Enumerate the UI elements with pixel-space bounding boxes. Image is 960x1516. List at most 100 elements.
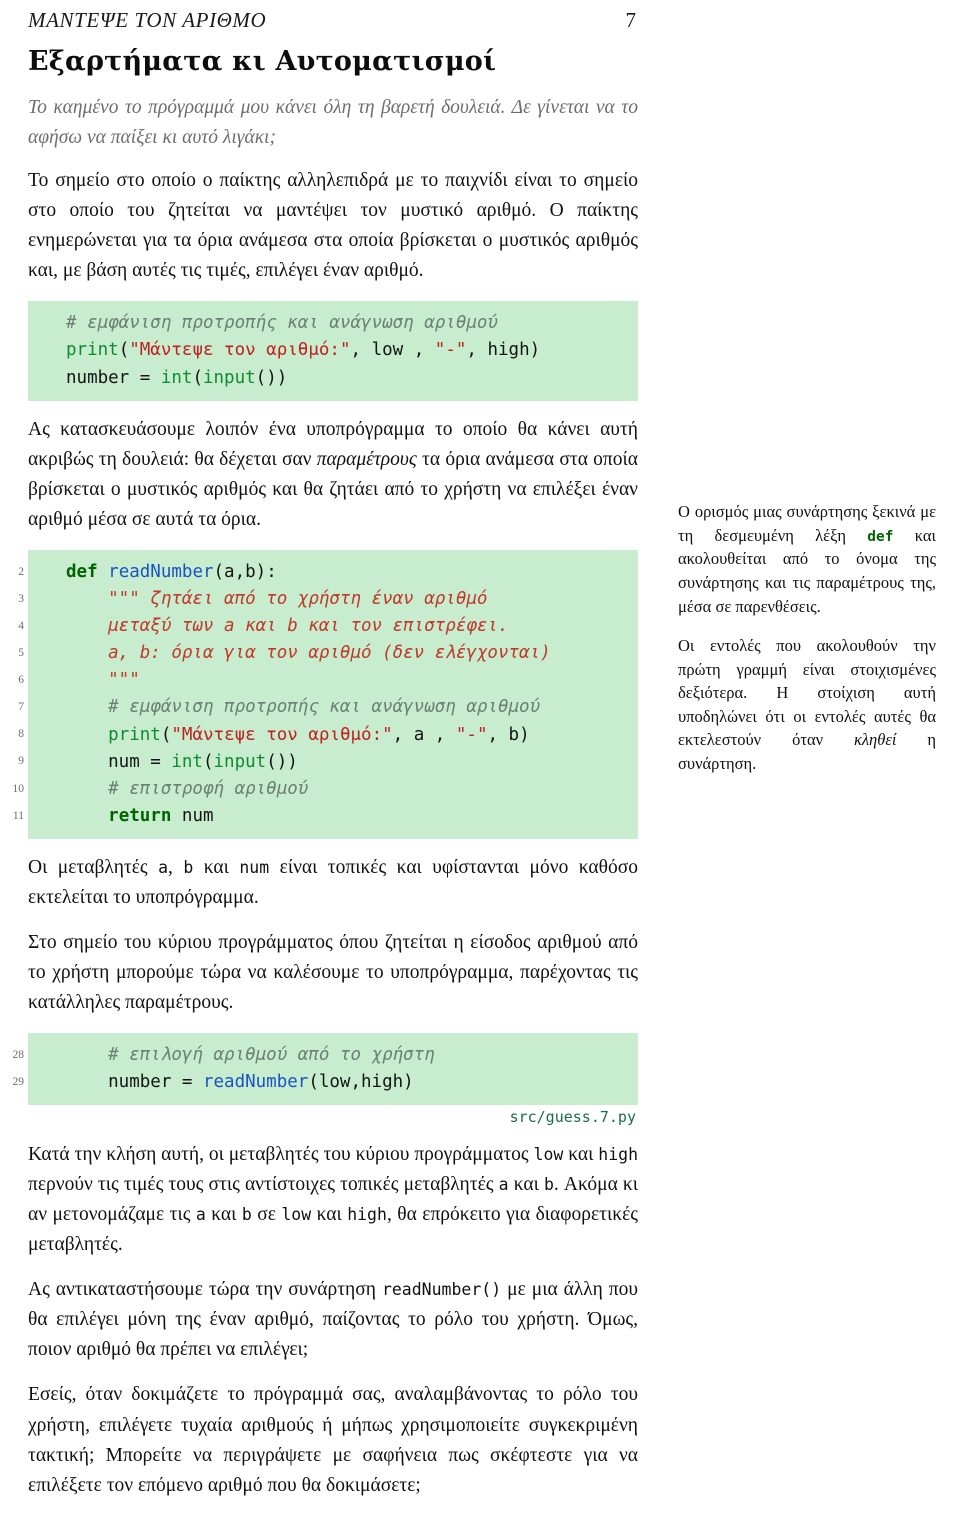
line-number: 10 (12, 782, 25, 795)
code-token-string: "-" (434, 340, 467, 361)
inline-code-low: low (281, 1205, 312, 1225)
code-token-docstring: a, b: όρια για τον αριθμό (δεν ελέγχοντα… (66, 643, 551, 664)
code-line: μεταξύ των a και b και τον επιστρέφει. (66, 613, 624, 640)
code-token-docstring: """ (66, 670, 140, 691)
line-number: 6 (18, 674, 24, 687)
text-run: περνούν τις τιμές τους στις αντίστοιχες … (28, 1174, 499, 1196)
text-run: και (563, 1144, 599, 1166)
code-token-builtin: input (213, 751, 267, 772)
code-token-comment: # εμφάνιση προτροπής και ανάγνωση αριθμο… (66, 697, 541, 718)
code-listing-3: 28 29 # επιλογή αριθμού από το χρήστη nu… (13, 1033, 638, 1127)
code-token-comment: # εμφάνιση προτροπής και ανάγνωση αριθμο… (66, 313, 498, 334)
code-line: number = readNumber(low,high) (66, 1069, 624, 1096)
line-number: 3 (18, 592, 24, 605)
source-filename-label: src/guess.7.py (509, 1108, 636, 1127)
code-token-plain: number = (66, 367, 161, 388)
paragraph-replace-function: Ας αντικαταστήσουμε τώρα την συνάρτηση r… (28, 1275, 638, 1365)
code-token-plain: num (171, 805, 214, 826)
paragraph-local-vars: Οι μεταβλητές a, b και num είναι τοπικές… (28, 853, 638, 913)
code-line: # επιστροφή αριθμού (66, 776, 624, 803)
code-line-number-gutter: 28 29 (0, 1042, 25, 1096)
code-token-comment: # επιλογή αριθμού από το χρήστη (66, 1045, 435, 1066)
code-token-plain: (low,high) (308, 1072, 414, 1093)
code-token-string: "-" (455, 724, 488, 745)
line-number: 9 (18, 755, 24, 768)
line-number: 29 (12, 1076, 25, 1089)
code-line: a, b: όρια για τον αριθμό (δεν ελέγχοντα… (66, 640, 624, 667)
text-run: , (168, 857, 184, 879)
code-line: number = int(input()) (66, 365, 624, 392)
margin-note-paragraph-1: Ο ορισμός μιας συνάρτησης ξεκινά με τη δ… (678, 500, 936, 618)
code-token-builtin: int (160, 367, 193, 388)
code-listing-3-body: # επιλογή αριθμού από το χρήστη number =… (28, 1033, 638, 1106)
code-line-number-gutter: 2 3 4 5 6 7 8 9 10 11 (0, 559, 25, 830)
document-page: ΜΑΝΤΕΨΕ ΤΟΝ ΑΡΙΘΜΟ 7 Εξαρτήματα κι Αυτομ… (0, 0, 960, 1496)
margin-note: Ο ορισμός μιας συνάρτησης ξεκινά με τη δ… (678, 500, 936, 792)
code-token-docstring: """ ζητάει από το χρήστη έναν αριθμό (66, 588, 488, 609)
code-token-plain: , b) (487, 724, 530, 745)
code-token-plain: ( (192, 367, 203, 388)
code-token-function-name: readNumber (202, 1072, 309, 1093)
epigraph: Το καημένο το πρόγραμμά μου κάνει όλη τη… (28, 97, 638, 148)
inline-code-a: a (498, 1175, 509, 1195)
line-number: 8 (18, 728, 24, 741)
paragraph-intro: Το σημείο στο οποίο ο παίκτης αλληλεπιδρ… (28, 170, 638, 282)
page-title: Εξαρτήματα κι Αυτοματισμοί (28, 46, 497, 77)
line-number: 28 (12, 1049, 25, 1062)
running-title: ΜΑΝΤΕΨΕ ΤΟΝ ΑΡΙΘΜΟ (28, 8, 267, 32)
emphasis-parameters: παραμέτρους (316, 448, 417, 470)
code-token-plain: , a , (392, 724, 456, 745)
code-token-comment: # επιστροφή αριθμού (66, 778, 309, 799)
code-token-builtin: input (202, 367, 256, 388)
text-run: Οι μεταβλητές (28, 857, 159, 879)
text-run: σε (251, 1204, 282, 1226)
code-line: print("Μάντεψε τον αριθμό:", low , "-", … (66, 337, 624, 364)
paragraph-question: Εσείς, όταν δοκιμάζετε το πρόγραμμά σας,… (28, 1384, 638, 1496)
line-number: 4 (18, 619, 24, 632)
code-listing-2-body: def readNumber(a,b): """ ζητάει από το χ… (28, 549, 638, 840)
inline-code-b: b (183, 858, 194, 878)
inline-code-high: high (598, 1145, 639, 1165)
code-line: def readNumber(a,b): (66, 559, 624, 586)
code-token-builtin: int (171, 751, 203, 772)
text-run: Κατά την κλήση αυτή, οι μεταβλητές του κ… (28, 1144, 534, 1166)
running-header: ΜΑΝΤΕΨΕ ΤΟΝ ΑΡΙΘΜΟ 7 (28, 8, 636, 33)
code-line: """ (66, 667, 624, 694)
code-token-builtin: print (108, 724, 161, 745)
inline-code-def: def (867, 528, 894, 545)
code-listing-2: 2 3 4 5 6 7 8 9 10 11 def readNumber(a,b… (13, 549, 638, 840)
line-number: 7 (18, 701, 24, 714)
code-token-keyword: return (108, 805, 172, 826)
paragraph-call-site: Στο σημείο του κύριου προγράμματος όπου … (28, 932, 638, 1014)
code-token-string: "Μάντεψε τον αριθμό:" (129, 340, 351, 361)
emphasis-called: κληθεί (853, 730, 897, 750)
inline-code-readnumber: readNumber() (381, 1280, 502, 1300)
text-run: και (205, 1204, 242, 1226)
line-number: 2 (18, 565, 24, 578)
code-line: """ ζητάει από το χρήστη έναν αριθμό (66, 586, 624, 613)
inline-code-num: num (239, 858, 270, 878)
inline-code-b: b (241, 1205, 252, 1225)
code-token-docstring: μεταξύ των a και b και τον επιστρέφει. (66, 616, 509, 637)
code-token-plain: ( (202, 751, 214, 772)
paragraph-subprogram: Ας κατασκευάσουμε λοιπόν ένα υποπρόγραμμ… (28, 415, 638, 535)
code-token-builtin: print (66, 340, 119, 361)
page-number: 7 (625, 8, 637, 32)
code-token-plain: , high) (466, 340, 541, 361)
code-line: return num (66, 803, 624, 830)
code-token-plain: ( (160, 724, 172, 745)
code-line: num = int(input()) (66, 749, 624, 776)
code-token-plain: num = (66, 751, 172, 772)
text-run: Ας αντικαταστήσουμε τώρα την συνάρτηση (28, 1279, 382, 1301)
margin-note-paragraph-2: Οι εντολές που ακολουθούν την πρώτη γραμ… (678, 634, 936, 776)
inline-code-b: b (543, 1175, 554, 1195)
line-number: 11 (12, 809, 24, 822)
code-token-function-name: readNumber (108, 561, 214, 582)
code-token-string: "Μάντεψε τον αριθμό:" (171, 724, 393, 745)
inline-code-a: a (158, 858, 169, 878)
text-run: και (193, 857, 240, 879)
code-token-plain: ( (118, 340, 130, 361)
code-listing-1-body: # εμφάνιση προτροπής και ανάγνωση αριθμο… (28, 301, 638, 401)
code-listing-1: # εμφάνιση προτροπής και ανάγνωση αριθμο… (28, 301, 638, 401)
